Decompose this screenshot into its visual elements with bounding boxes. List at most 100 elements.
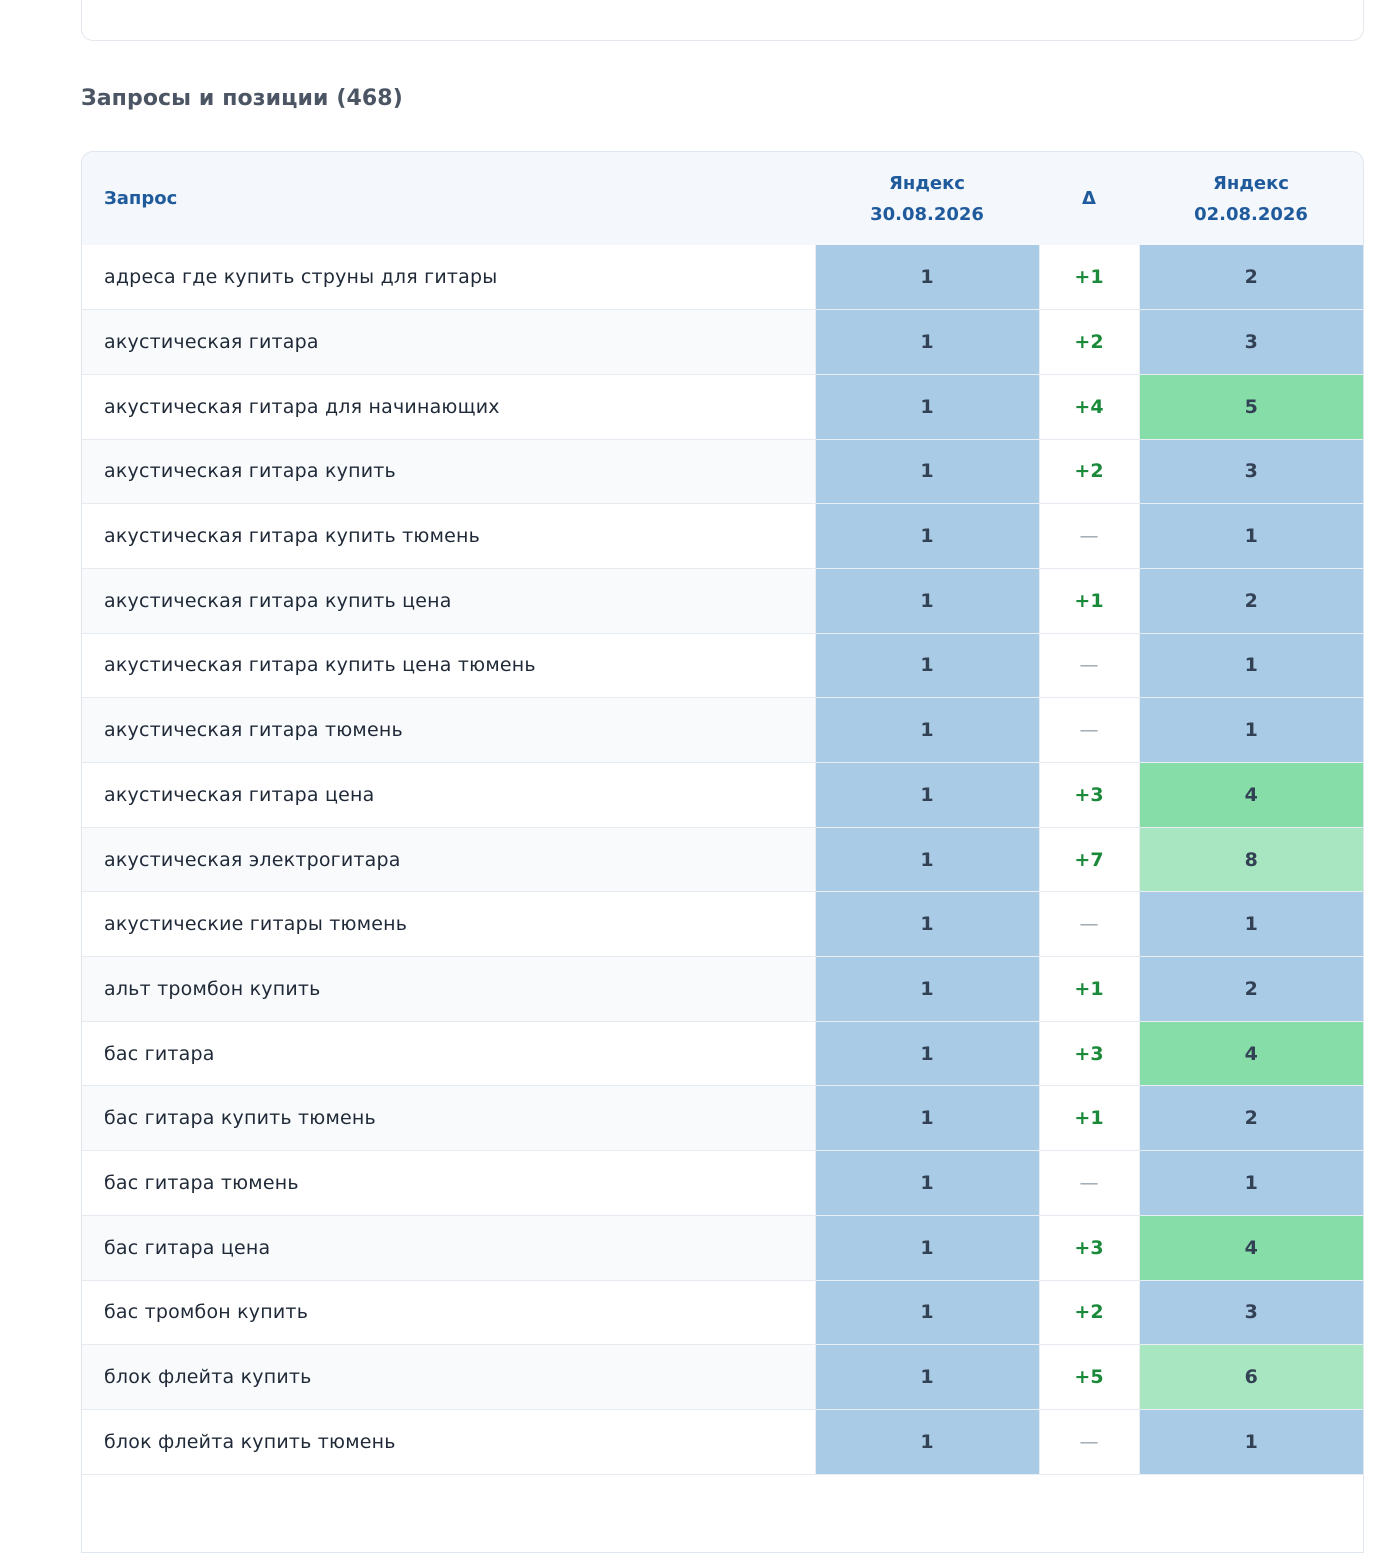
position-previous-cell: 3 — [1138, 1280, 1363, 1346]
delta-cell: — — [1039, 1150, 1139, 1216]
delta-cell: +5 — [1039, 1344, 1139, 1410]
table-row: акустическая гитара купить цена тюмень 1—… — [82, 633, 1363, 699]
delta-cell: +3 — [1039, 1021, 1139, 1087]
header-engine-label: Яндекс — [1213, 172, 1289, 194]
query-cell[interactable]: акустическая гитара купить — [82, 439, 815, 505]
position-previous-cell: 4 — [1138, 762, 1363, 828]
positions-table: Запрос Яндекс 30.08.2026 Δ Яндекс 02.08.… — [82, 152, 1363, 1475]
query-cell[interactable]: акустическая гитара купить тюмень — [82, 503, 815, 569]
delta-cell: +1 — [1039, 956, 1139, 1022]
position-current-cell: 1 — [814, 827, 1040, 893]
positions-table-card: Запрос Яндекс 30.08.2026 Δ Яндекс 02.08.… — [81, 151, 1364, 1553]
query-cell[interactable]: акустическая гитара — [82, 309, 815, 375]
delta-cell: +2 — [1039, 439, 1139, 505]
table-row: акустические гитары тюмень 1—1 — [82, 891, 1363, 958]
position-current-cell: 1 — [814, 1344, 1040, 1410]
position-previous-cell: 1 — [1138, 503, 1363, 569]
delta-cell: +4 — [1039, 374, 1139, 440]
position-previous-cell: 4 — [1138, 1021, 1363, 1087]
table-row: блок флейта купить 1 +5 6 — [82, 1344, 1363, 1410]
delta-cell: +3 — [1039, 1215, 1139, 1281]
query-cell[interactable]: адреса где купить струны для гитары — [82, 245, 815, 311]
query-cell[interactable]: бас гитара цена — [82, 1215, 815, 1281]
position-previous-cell: 6 — [1138, 1344, 1363, 1410]
table-row: бас гитара цена 1 +3 4 — [82, 1215, 1363, 1281]
header-query[interactable]: Запрос — [82, 152, 815, 245]
table-row: бас тромбон купить 1 +2 3 — [82, 1280, 1363, 1346]
position-previous-cell: 1 — [1138, 1409, 1363, 1475]
header-date-label: 30.08.2026 — [870, 203, 984, 225]
delta-cell: +1 — [1039, 245, 1139, 311]
delta-cell: +2 — [1039, 1280, 1139, 1346]
table-row: акустическая гитара купить 1 +2 3 — [82, 439, 1363, 505]
table-body: адреса где купить струны для гитары 1 +1 2 а… — [82, 245, 1363, 1475]
section-title: Запросы и позиции (468) — [81, 86, 403, 111]
delta-cell: +3 — [1039, 762, 1139, 828]
query-cell[interactable]: акустическая гитара купить цена — [82, 568, 815, 634]
table-row: адреса где купить струны для гитары 1 +1 2 — [82, 245, 1363, 311]
query-cell[interactable]: бас тромбон купить — [82, 1280, 815, 1346]
table-row: акустическая гитара для начинающих 1 +4 5 — [82, 374, 1363, 440]
position-current-cell: 1 — [814, 1150, 1040, 1216]
position-current-cell: 1 — [814, 1409, 1040, 1475]
query-cell[interactable]: блок флейта купить — [82, 1344, 815, 1410]
position-previous-cell: 1 — [1138, 1150, 1363, 1216]
delta-cell: +2 — [1039, 309, 1139, 375]
top-card — [81, 0, 1364, 41]
position-current-cell: 1 — [814, 1280, 1040, 1346]
delta-cell: — — [1039, 633, 1139, 699]
position-current-cell: 1 — [814, 1085, 1040, 1152]
position-previous-cell: 2 — [1138, 1085, 1363, 1152]
table-row: бас гитара купить тюмень 1 +1 2 — [82, 1085, 1363, 1152]
position-current-cell: 1 — [814, 697, 1040, 763]
table-row: акустическая электрогитара 1 +7 8 — [82, 827, 1363, 893]
position-previous-cell: 5 — [1138, 374, 1363, 440]
query-cell[interactable]: альт тромбон купить — [82, 956, 815, 1022]
query-cell[interactable]: акустическая гитара цена — [82, 762, 815, 828]
table-row: акустическая гитара 1 +2 3 — [82, 309, 1363, 375]
position-previous-cell: 3 — [1138, 309, 1363, 375]
position-previous-cell: 8 — [1138, 827, 1363, 893]
delta-cell: +1 — [1039, 1085, 1139, 1152]
query-cell[interactable]: бас гитара тюмень — [82, 1150, 815, 1216]
delta-cell: +7 — [1039, 827, 1139, 893]
query-cell[interactable]: акустическая гитара купить цена тюмень — [82, 633, 815, 699]
query-cell[interactable]: бас гитара купить тюмень — [82, 1085, 815, 1152]
delta-cell: — — [1039, 891, 1139, 958]
delta-cell: +1 — [1039, 568, 1139, 634]
table-row: альт тромбон купить 1 +1 2 — [82, 956, 1363, 1022]
delta-cell: — — [1039, 697, 1139, 763]
delta-cell: — — [1039, 1409, 1139, 1475]
table-row: акустическая гитара купить тюмень 1—1 — [82, 503, 1363, 569]
table-row: акустическая гитара тюмень 1—1 — [82, 697, 1363, 763]
query-cell[interactable]: блок флейта купить тюмень — [82, 1409, 815, 1475]
position-current-cell: 1 — [814, 439, 1040, 505]
delta-cell: — — [1039, 503, 1139, 569]
position-previous-cell: 1 — [1138, 891, 1363, 958]
position-current-cell: 1 — [814, 503, 1040, 569]
header-date-label: 02.08.2026 — [1194, 203, 1308, 225]
header-yandex-current[interactable]: Яндекс 30.08.2026 — [815, 152, 1039, 245]
header-yandex-previous[interactable]: Яндекс 02.08.2026 — [1139, 152, 1363, 245]
position-current-cell: 1 — [814, 956, 1040, 1022]
position-previous-cell: 2 — [1138, 568, 1363, 634]
table-row: акустическая гитара цена 1 +3 4 — [82, 762, 1363, 828]
position-current-cell: 1 — [814, 245, 1040, 311]
query-cell[interactable]: акустические гитары тюмень — [82, 891, 815, 958]
query-cell[interactable]: акустическая электрогитара — [82, 827, 815, 893]
position-current-cell: 1 — [814, 891, 1040, 958]
position-current-cell: 1 — [814, 762, 1040, 828]
position-current-cell: 1 — [814, 1215, 1040, 1281]
table-row: блок флейта купить тюмень 1—1 — [82, 1409, 1363, 1475]
position-previous-cell: 4 — [1138, 1215, 1363, 1281]
query-cell[interactable]: акустическая гитара для начинающих — [82, 374, 815, 440]
position-previous-cell: 1 — [1138, 633, 1363, 699]
query-cell[interactable]: бас гитара — [82, 1021, 815, 1087]
table-row: бас гитара тюмень 1—1 — [82, 1150, 1363, 1216]
table-row: акустическая гитара купить цена 1 +1 2 — [82, 568, 1363, 634]
table-header: Запрос Яндекс 30.08.2026 Δ Яндекс 02.08.… — [82, 152, 1363, 245]
position-previous-cell: 3 — [1138, 439, 1363, 505]
table-row: бас гитара 1 +3 4 — [82, 1021, 1363, 1087]
query-cell[interactable]: акустическая гитара тюмень — [82, 697, 815, 763]
header-delta[interactable]: Δ — [1039, 152, 1139, 245]
